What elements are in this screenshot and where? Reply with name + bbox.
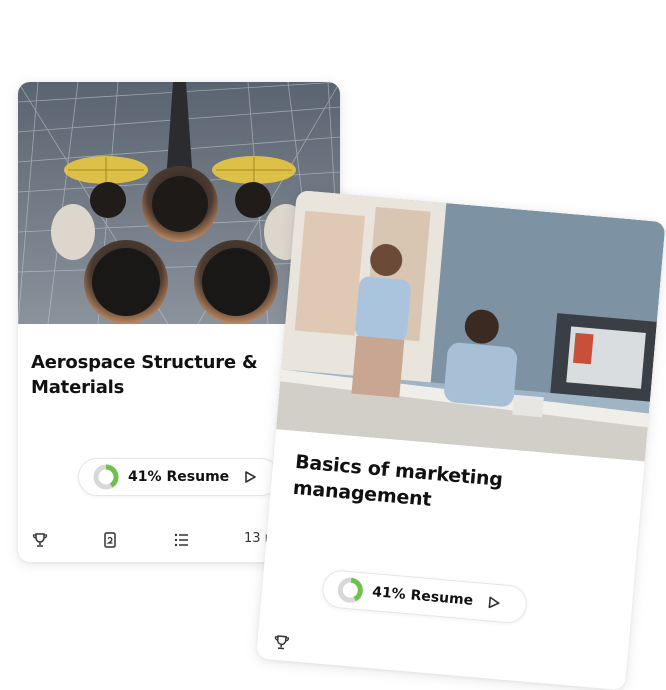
list-icon[interactable] bbox=[172, 530, 192, 550]
resume-button[interactable]: 41% Resume bbox=[321, 569, 529, 625]
document-icon[interactable] bbox=[100, 530, 120, 550]
progress-ring-icon bbox=[336, 576, 364, 604]
course-card-marketing[interactable]: Basics of marketing management 41% Resum… bbox=[256, 190, 666, 690]
course-title[interactable]: Basics of marketing management bbox=[292, 449, 595, 527]
office-image bbox=[276, 190, 666, 461]
resume-label: Resume bbox=[167, 469, 230, 485]
trophy-icon[interactable] bbox=[271, 632, 293, 654]
progress-percent: 41% bbox=[372, 584, 407, 603]
play-icon bbox=[486, 595, 501, 610]
progress-percent: 41% bbox=[128, 469, 162, 485]
trophy-icon[interactable] bbox=[30, 530, 50, 550]
progress-ring-icon bbox=[93, 464, 119, 490]
course-image-office[interactable] bbox=[276, 190, 666, 461]
card-footer bbox=[257, 628, 628, 684]
resume-button[interactable]: 41% Resume bbox=[78, 458, 280, 496]
play-icon bbox=[243, 470, 257, 484]
resume-label: Resume bbox=[410, 587, 474, 608]
